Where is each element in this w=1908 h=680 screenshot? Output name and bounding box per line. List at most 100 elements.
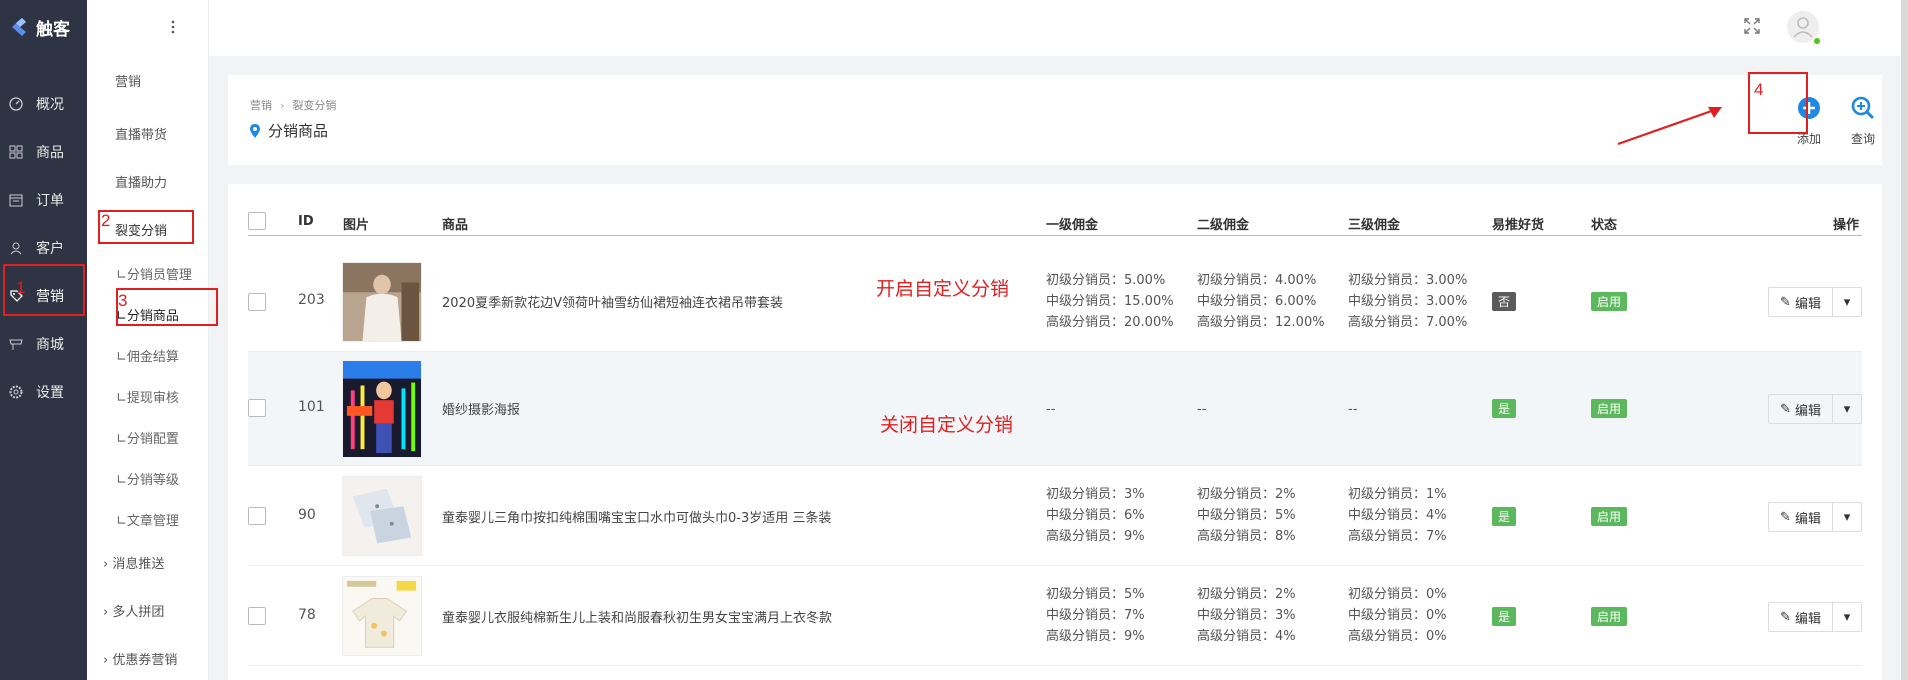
edit-button[interactable]: ✎ 编辑 bbox=[1769, 288, 1833, 316]
product-name[interactable]: 童泰婴儿三角巾按扣纯棉围嘴宝宝口水巾可做头巾0-3岁适用 三条装 bbox=[442, 507, 831, 526]
annotation-box-3 bbox=[116, 288, 218, 326]
annotation-arrow bbox=[1617, 106, 1722, 146]
nav-label: 商品 bbox=[36, 145, 64, 161]
subnav-distributor-manage[interactable]: ∟分销员管理 bbox=[116, 264, 192, 283]
breadcrumb-item[interactable]: 裂变分销 bbox=[292, 99, 336, 112]
main-nav: 概况 商品 订单 客户 营销 商城 设置 bbox=[0, 80, 87, 416]
row-checkbox[interactable] bbox=[248, 293, 266, 311]
commission-level3: 初级分销员：1% 中级分销员：4% 高级分销员：7% bbox=[1348, 487, 1447, 544]
subnav-commission-settle[interactable]: ∟佣金结算 bbox=[116, 346, 179, 365]
th-id[interactable]: ID bbox=[298, 214, 314, 229]
dropdown-toggle[interactable]: ▾ bbox=[1833, 288, 1861, 316]
nav-label: 设置 bbox=[36, 385, 64, 401]
user-icon bbox=[8, 240, 24, 256]
table-row: 203 2020夏季新款花边V领荷叶袖雪纺仙裙短袖连衣裙吊带套装 初级分销员：5… bbox=[248, 252, 1862, 352]
breadcrumb: 营销 › 裂变分销 bbox=[250, 97, 336, 113]
table-row: 101 婚纱摄影海报 -- -- -- 是 启用 ✎ 编辑 ▾ bbox=[248, 352, 1862, 466]
subnav-distribution-level[interactable]: ∟分销等级 bbox=[116, 469, 179, 488]
edit-button[interactable]: ✎ 编辑 bbox=[1769, 503, 1833, 531]
subnav-article-manage[interactable]: ∟文章管理 bbox=[116, 510, 179, 529]
status-badge[interactable]: 启用 bbox=[1591, 399, 1628, 418]
edit-button[interactable]: ✎ 编辑 bbox=[1769, 603, 1833, 631]
th-image: 图片 bbox=[343, 218, 370, 233]
status-badge[interactable]: 启用 bbox=[1591, 292, 1628, 311]
hot-goods-badge[interactable]: 是 bbox=[1492, 399, 1517, 418]
page-scrollbar[interactable] bbox=[1901, 0, 1908, 680]
app-name: 触客 bbox=[36, 19, 70, 40]
app-logo[interactable]: 触客 bbox=[0, 0, 87, 54]
zoom-in-icon bbox=[1851, 96, 1875, 120]
dropdown-toggle[interactable]: ▾ bbox=[1833, 395, 1861, 423]
caret-down-icon: ▾ bbox=[1843, 294, 1851, 310]
avatar[interactable] bbox=[1786, 10, 1822, 50]
query-label: 查询 bbox=[1850, 132, 1875, 146]
product-thumbnail[interactable] bbox=[342, 262, 422, 342]
dropdown-toggle[interactable]: ▾ bbox=[1833, 603, 1861, 631]
logo-icon bbox=[12, 18, 26, 36]
row-checkbox[interactable] bbox=[248, 399, 266, 417]
hot-goods-badge[interactable]: 是 bbox=[1492, 507, 1517, 526]
edit-button[interactable]: ✎ 编辑 bbox=[1769, 395, 1833, 423]
edit-button-group: ✎ 编辑 ▾ bbox=[1768, 287, 1862, 317]
hot-goods-badge[interactable]: 是 bbox=[1492, 607, 1517, 626]
shop-icon bbox=[8, 336, 24, 352]
subnav-group-buy[interactable]: › 多人拼团 bbox=[103, 601, 164, 620]
subnav-live-selling[interactable]: 直播带货 bbox=[115, 124, 167, 143]
caret-down-icon: ▾ bbox=[1843, 509, 1851, 525]
subnav-coupon-marketing[interactable]: › 优惠券营销 bbox=[103, 649, 177, 668]
table-card: ID 图片 商品 一级佣金 二级佣金 三级佣金 易推好货 状态 操作 203 2… bbox=[228, 184, 1882, 680]
row-id: 90 bbox=[298, 507, 316, 523]
subnav-withdraw-review[interactable]: ∟提现审核 bbox=[116, 387, 179, 406]
annotation-custom-off: 关闭自定义分销 bbox=[880, 414, 1014, 436]
th-level3: 三级佣金 bbox=[1348, 218, 1401, 233]
commission-level1: -- bbox=[1046, 402, 1056, 417]
query-button[interactable]: 查询 bbox=[1840, 95, 1886, 147]
product-name[interactable]: 童泰婴儿衣服纯棉新生儿上装和尚服春秋初生男女宝宝满月上衣冬款 bbox=[442, 607, 832, 626]
subnav-message-push[interactable]: › 消息推送 bbox=[103, 553, 164, 572]
more-vertical-icon[interactable] bbox=[170, 19, 176, 39]
commission-level1: 初级分销员：5.00% 中级分销员：15.00% 高级分销员：20.00% bbox=[1046, 273, 1174, 330]
commission-level2: 初级分销员：2% 中级分销员：3% 高级分销员：4% bbox=[1197, 587, 1296, 644]
chevron-right-icon: › bbox=[103, 557, 113, 572]
product-name[interactable]: 婚纱摄影海报 bbox=[442, 399, 520, 418]
nav-item-overview[interactable]: 概况 bbox=[0, 80, 87, 128]
nav-item-orders[interactable]: 订单 bbox=[0, 176, 87, 224]
select-all-checkbox[interactable] bbox=[248, 212, 266, 230]
commission-level3: 初级分销员：0% 中级分销员：0% 高级分销员：0% bbox=[1348, 587, 1447, 644]
subnav-live-boost[interactable]: 直播助力 bbox=[115, 172, 167, 191]
fullscreen-icon[interactable] bbox=[1744, 18, 1760, 38]
nav-item-mall[interactable]: 商城 bbox=[0, 320, 87, 368]
product-name[interactable]: 2020夏季新款花边V领荷叶袖雪纺仙裙短袖连衣裙吊带套装 bbox=[442, 292, 783, 311]
nav-item-goods[interactable]: 商品 bbox=[0, 128, 87, 176]
table-row: 78 童泰婴儿衣服纯棉新生儿上装和尚服春秋初生男女宝宝满月上衣冬款 初级分销员：… bbox=[248, 566, 1862, 666]
location-pin-icon bbox=[250, 123, 260, 138]
caret-down-icon: ▾ bbox=[1843, 401, 1851, 417]
subnav-distribution-config[interactable]: ∟分销配置 bbox=[116, 428, 179, 447]
nav-label: 概况 bbox=[36, 97, 64, 113]
page-title: 分销商品 bbox=[250, 120, 328, 141]
row-id: 203 bbox=[298, 292, 325, 308]
th-status: 状态 bbox=[1591, 218, 1618, 233]
annotation-box-2 bbox=[98, 210, 194, 244]
row-checkbox[interactable] bbox=[248, 507, 266, 525]
annotation-custom-on: 开启自定义分销 bbox=[876, 278, 1010, 300]
dropdown-toggle[interactable]: ▾ bbox=[1833, 503, 1861, 531]
annotation-number-1: 1 bbox=[16, 278, 26, 297]
edit-button-group: ✎ 编辑 ▾ bbox=[1768, 502, 1862, 532]
row-id: 78 bbox=[298, 607, 316, 623]
th-hot-goods: 易推好货 bbox=[1492, 218, 1545, 233]
nav-label: 商城 bbox=[36, 337, 64, 353]
row-checkbox[interactable] bbox=[248, 607, 266, 625]
annotation-number-2: 2 bbox=[101, 211, 111, 230]
chevron-right-icon: › bbox=[103, 653, 113, 668]
breadcrumb-item[interactable]: 营销 bbox=[250, 99, 272, 112]
nav-item-settings[interactable]: 设置 bbox=[0, 368, 87, 416]
commission-level1: 初级分销员：5% 中级分销员：7% 高级分销员：9% bbox=[1046, 587, 1145, 644]
subnav-marketing[interactable]: 营销 bbox=[115, 71, 141, 90]
product-thumbnail[interactable] bbox=[342, 476, 422, 556]
status-badge[interactable]: 启用 bbox=[1591, 507, 1628, 526]
product-thumbnail[interactable] bbox=[342, 576, 422, 656]
product-thumbnail[interactable] bbox=[342, 360, 422, 458]
status-badge[interactable]: 启用 bbox=[1591, 607, 1628, 626]
hot-goods-badge[interactable]: 否 bbox=[1492, 292, 1517, 311]
